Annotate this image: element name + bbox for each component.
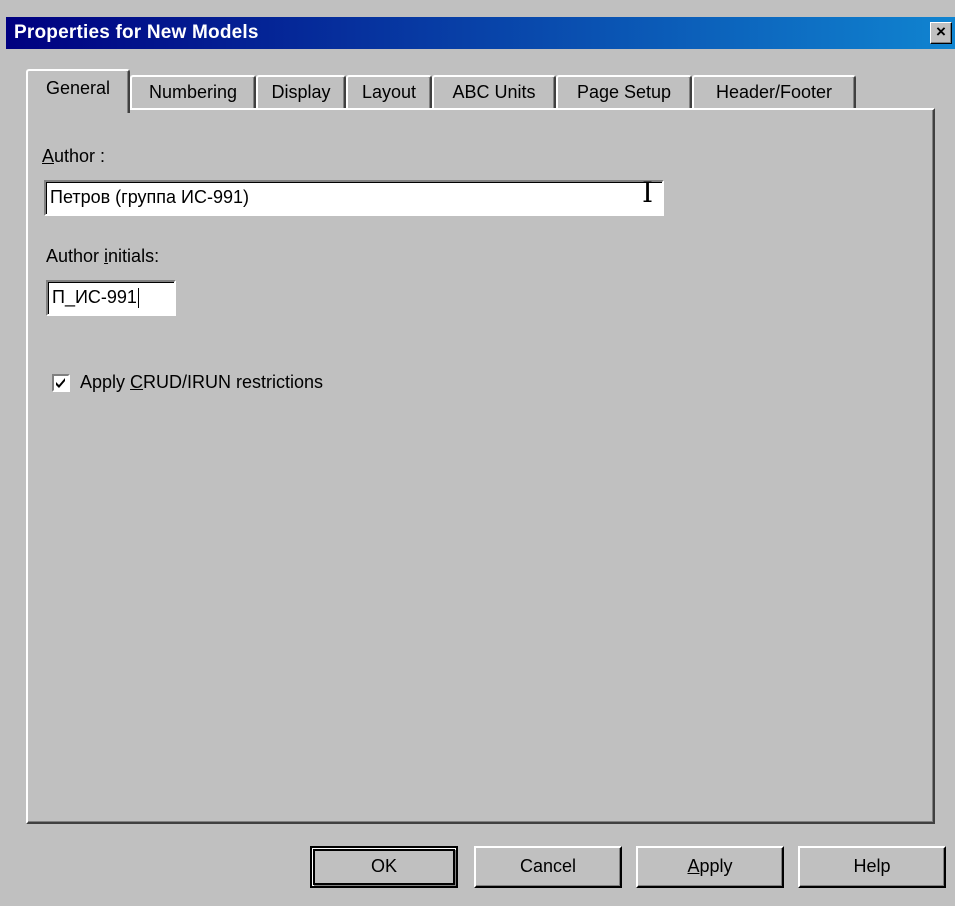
- author-initials-input[interactable]: П_ИС-991: [46, 280, 176, 316]
- crud-checkbox[interactable]: [52, 374, 70, 392]
- apply-mnemonic: A: [687, 856, 700, 876]
- crud-label-pre: Apply: [80, 372, 131, 392]
- cancel-button[interactable]: Cancel: [474, 846, 622, 888]
- tab-abc-units[interactable]: ABC Units: [432, 75, 556, 109]
- tab-display[interactable]: Display: [256, 75, 346, 109]
- author-label: Author :: [42, 146, 105, 167]
- initials-label-pre: Author: [46, 246, 105, 266]
- author-label-mnemonic: A: [42, 146, 55, 166]
- author-initials-value: П_ИС-991: [52, 287, 137, 307]
- checkmark-icon: [56, 378, 65, 388]
- crud-label-mnemonic: C: [130, 372, 144, 392]
- window-title: Properties for New Models: [14, 22, 259, 43]
- general-tab-panel: Author : Петров (группа ИС-991) I Author…: [26, 108, 935, 824]
- properties-dialog: Properties for New Models × General Numb…: [0, 0, 955, 906]
- crud-label[interactable]: Apply CRUD/IRUN restrictions: [80, 372, 323, 393]
- author-label-text: uthor :: [54, 146, 106, 166]
- ok-button[interactable]: OK: [310, 846, 458, 888]
- tab-general[interactable]: General: [26, 69, 130, 113]
- help-button[interactable]: Help: [798, 846, 946, 888]
- tab-header-footer[interactable]: Header/Footer: [692, 75, 856, 109]
- author-initials-label: Author initials:: [46, 246, 159, 267]
- initials-label-text: nitials:: [108, 246, 160, 266]
- title-bar[interactable]: Properties for New Models ×: [6, 17, 955, 49]
- tab-numbering[interactable]: Numbering: [130, 75, 256, 109]
- tab-layout[interactable]: Layout: [346, 75, 432, 109]
- crud-label-text: RUD/IRUN restrictions: [143, 372, 324, 392]
- apply-label: pply: [699, 856, 733, 876]
- close-icon[interactable]: ×: [930, 22, 952, 44]
- apply-button[interactable]: Apply: [636, 846, 784, 888]
- tab-page-setup[interactable]: Page Setup: [556, 75, 692, 109]
- author-input[interactable]: Петров (группа ИС-991): [44, 180, 664, 216]
- text-cursor-icon: I: [642, 176, 654, 209]
